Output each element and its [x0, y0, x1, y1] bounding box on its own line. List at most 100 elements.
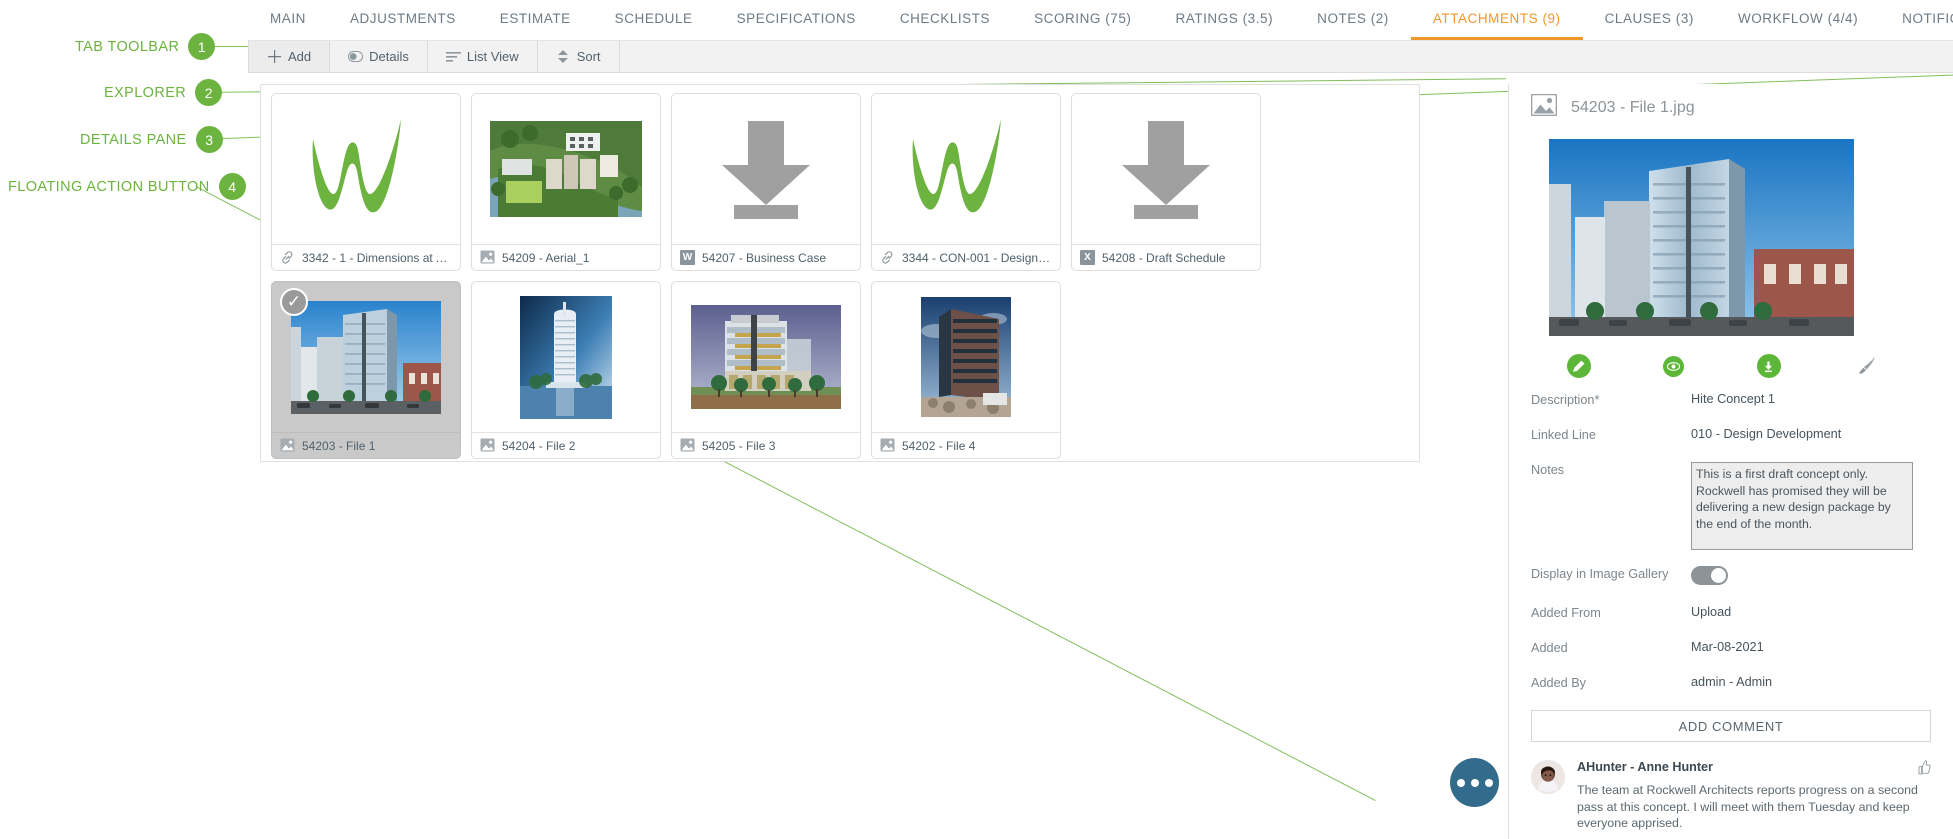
field-value: Mar-08-2021 — [1691, 640, 1764, 654]
display-gallery-toggle[interactable] — [1691, 566, 1728, 585]
list-view-button[interactable]: List View — [428, 41, 538, 72]
tile-caption-text: 54202 - File 4 — [902, 439, 975, 453]
comment-body: AHunter - Anne Hunter The team at Rockwe… — [1577, 760, 1931, 832]
details-title: 54203 - File 1.jpg — [1571, 99, 1695, 117]
image-file-icon — [1531, 94, 1557, 121]
add-button-label: Add — [288, 49, 311, 64]
add-button[interactable]: Add — [248, 41, 330, 72]
sort-button-label: Sort — [577, 49, 601, 64]
attachment-tile[interactable]: 3342 - 1 - Dimensions at Ar... — [271, 93, 461, 271]
attachment-tile[interactable]: 3344 - CON-001 - Design D... — [871, 93, 1061, 271]
annotation-floating-action-button: FLOATING ACTION BUTTON 4 — [8, 173, 246, 200]
attachment-tile[interactable]: W 54207 - Business Case — [671, 93, 861, 271]
tile-caption-text: 54205 - File 3 — [702, 439, 775, 453]
tile-caption-text: 54204 - File 2 — [502, 439, 575, 453]
comment-author: AHunter - Anne Hunter — [1577, 760, 1713, 779]
details-toggle-button[interactable]: Details — [330, 41, 428, 72]
tile-thumbnail — [872, 282, 1060, 432]
attachment-tile[interactable]: 54205 - File 3 — [671, 281, 861, 459]
annotation-badge: 4 — [219, 173, 246, 200]
tab-estimate[interactable]: ESTIMATE — [478, 0, 593, 40]
annotation-tab-toolbar: TAB TOOLBAR 1 — [75, 33, 215, 60]
tile-thumbnail — [272, 94, 460, 244]
details-toggle-label: Details — [369, 49, 409, 64]
excel-icon: X — [1080, 250, 1095, 265]
tab-clauses-3[interactable]: CLAUSES (3) — [1583, 0, 1716, 40]
edit-icon[interactable] — [1531, 354, 1626, 378]
field-added: Added Mar-08-2021 — [1531, 640, 1931, 655]
explorer-panel: 3342 - 1 - Dimensions at Ar... 54209 - Ae… — [260, 84, 1420, 462]
tab-ratings-3-5[interactable]: RATINGS (3.5) — [1153, 0, 1295, 40]
details-action-bar — [1531, 354, 1931, 378]
list-view-label: List View — [467, 49, 519, 64]
annotation-details-pane: DETAILS PANE 3 — [80, 126, 223, 153]
tile-caption-text: 54209 - Aerial_1 — [502, 251, 589, 265]
thumbs-up-icon[interactable] — [1916, 760, 1931, 779]
dot-1 — [1457, 779, 1465, 787]
tile-caption-text: 54207 - Business Case — [702, 251, 826, 265]
preview-icon[interactable] — [1626, 356, 1721, 377]
add-comment-button[interactable]: ADD COMMENT — [1531, 710, 1931, 742]
sort-button[interactable]: Sort — [538, 41, 620, 72]
avatar — [1531, 760, 1565, 794]
tile-caption-text: 54203 - File 1 — [302, 439, 375, 453]
tab-scoring-75[interactable]: SCORING (75) — [1012, 0, 1153, 40]
word-icon: W — [680, 250, 695, 265]
tile-thumbnail — [672, 282, 860, 432]
link-icon — [280, 250, 295, 265]
details-header: 54203 - File 1.jpg — [1531, 94, 1931, 121]
tile-caption: 54204 - File 2 — [472, 432, 660, 458]
attachment-tile[interactable]: X54208 - Draft Schedule — [1071, 93, 1261, 271]
tile-caption: X54208 - Draft Schedule — [1072, 244, 1260, 270]
tab-notes-2[interactable]: NOTES (2) — [1295, 0, 1411, 40]
tile-caption: 54205 - File 3 — [672, 432, 860, 458]
field-display-in-image-gallery: Display in Image Gallery — [1531, 566, 1931, 585]
tab-workflow-4-4[interactable]: WORKFLOW (4/4) — [1716, 0, 1880, 40]
download-icon[interactable] — [1721, 354, 1816, 378]
tab-notifications-4[interactable]: NOTIFICATIONS (4) — [1880, 0, 1953, 40]
plus-icon — [267, 49, 282, 64]
annotation-label: TAB TOOLBAR — [75, 39, 179, 55]
tile-thumbnail — [1072, 94, 1260, 244]
field-added-from: Added From Upload — [1531, 605, 1931, 620]
dot-2 — [1471, 779, 1479, 787]
tab-checklists[interactable]: CHECKLISTS — [878, 0, 1012, 40]
field-added-by: Added By admin - Admin — [1531, 675, 1931, 690]
tile-caption: 54209 - Aerial_1 — [472, 244, 660, 270]
field-label: Linked Line — [1531, 427, 1691, 442]
tile-thumbnail — [672, 94, 860, 244]
tile-caption-text: 3342 - 1 - Dimensions at Ar... — [302, 251, 452, 265]
attachment-tile[interactable]: 54204 - File 2 — [471, 281, 661, 459]
tile-caption: 54202 - File 4 — [872, 432, 1060, 458]
tab-bar: MAINADJUSTMENTSESTIMATESCHEDULESPECIFICA… — [248, 0, 1953, 41]
field-label: Added By — [1531, 675, 1691, 690]
image-icon — [680, 438, 695, 453]
tab-schedule[interactable]: SCHEDULE — [593, 0, 715, 40]
floating-action-button[interactable] — [1450, 758, 1499, 807]
annotation-label: DETAILS PANE — [80, 132, 187, 148]
comment-item: AHunter - Anne Hunter The team at Rockwe… — [1531, 756, 1931, 832]
markup-icon[interactable] — [1816, 355, 1911, 377]
tile-caption: 3342 - 1 - Dimensions at Ar... — [272, 244, 460, 270]
tile-caption: 3344 - CON-001 - Design D... — [872, 244, 1060, 270]
image-icon — [480, 250, 495, 265]
attachment-tile[interactable]: 54209 - Aerial_1 — [471, 93, 661, 271]
tab-specifications[interactable]: SPECIFICATIONS — [715, 0, 878, 40]
field-description: Description* Hite Concept 1 — [1531, 392, 1931, 407]
field-linked-line: Linked Line 010 - Design Development — [1531, 427, 1931, 442]
annotation-label: EXPLORER — [104, 85, 186, 101]
notes-textarea[interactable]: This is a first draft concept only. Rock… — [1691, 462, 1913, 550]
image-icon — [880, 438, 895, 453]
field-notes: Notes This is a first draft concept only… — [1531, 462, 1931, 550]
tab-attachments-9[interactable]: ATTACHMENTS (9) — [1411, 0, 1583, 40]
attachment-tile[interactable]: ✓54203 - File 1 — [271, 281, 461, 459]
tab-main[interactable]: MAIN — [248, 0, 328, 40]
tile-thumbnail — [472, 94, 660, 244]
annotation-badge: 3 — [196, 126, 223, 153]
field-label: Added From — [1531, 605, 1691, 620]
field-label: Display in Image Gallery — [1531, 566, 1691, 581]
dot-3 — [1485, 779, 1493, 787]
tab-adjustments[interactable]: ADJUSTMENTS — [328, 0, 478, 40]
attachment-tile[interactable]: 54202 - File 4 — [871, 281, 1061, 459]
details-preview-image[interactable] — [1549, 139, 1854, 336]
